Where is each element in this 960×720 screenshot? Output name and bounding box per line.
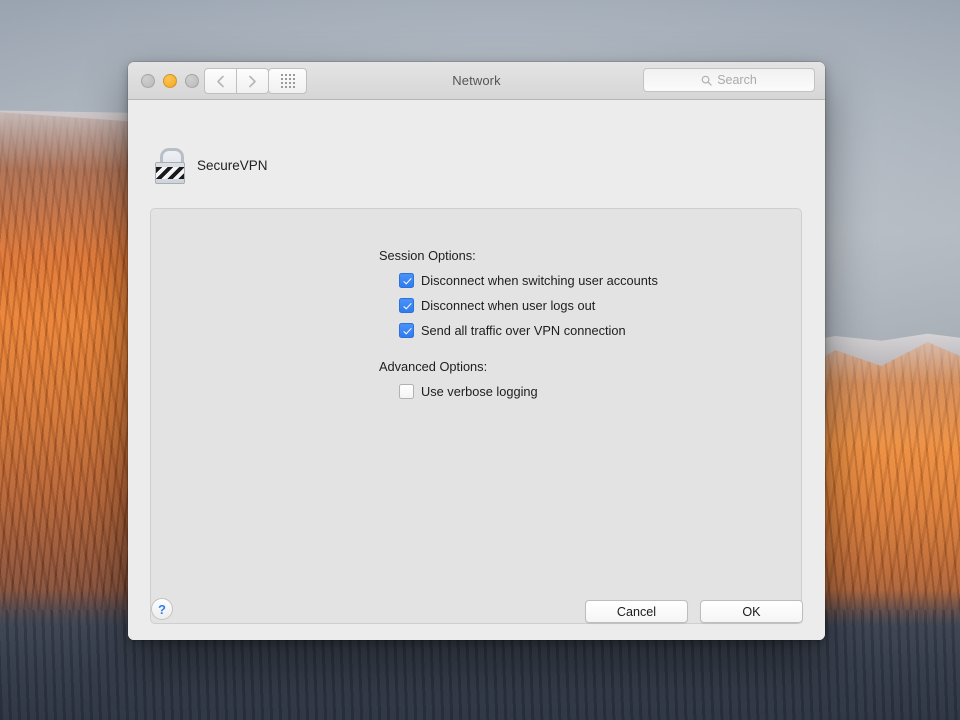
cancel-button-label: Cancel [617, 605, 656, 619]
window-title-text: Network [452, 73, 500, 88]
advanced-options-section: Advanced Options: Use verbose logging [379, 359, 538, 399]
checkbox-send-all-traffic[interactable] [399, 323, 414, 338]
search-input[interactable]: Search [643, 68, 815, 92]
option-row-verbose-logging[interactable]: Use verbose logging [399, 384, 538, 399]
checkbox-disconnect-switching-users[interactable] [399, 273, 414, 288]
vpn-lock-icon [154, 148, 184, 182]
advanced-options-title: Advanced Options: [379, 359, 538, 374]
option-row-disconnect-switching-users[interactable]: Disconnect when switching user accounts [399, 273, 658, 288]
ok-button-label: OK [742, 605, 760, 619]
cancel-button[interactable]: Cancel [585, 600, 688, 623]
service-header: SecureVPN [154, 148, 268, 182]
checkbox-disconnect-logout[interactable] [399, 298, 414, 313]
option-row-disconnect-logout[interactable]: Disconnect when user logs out [399, 298, 658, 313]
service-name: SecureVPN [197, 158, 268, 173]
search-placeholder: Search [717, 73, 757, 87]
option-label-verbose-logging: Use verbose logging [421, 384, 538, 399]
checkbox-verbose-logging[interactable] [399, 384, 414, 399]
session-options-section: Session Options: Disconnect when switchi… [379, 248, 658, 338]
help-question-icon: ? [158, 602, 166, 617]
options-panel: Session Options: Disconnect when switchi… [150, 208, 802, 624]
search-icon [701, 75, 712, 86]
window-body: SecureVPN Options TCP/IP DNS Proxies [128, 100, 825, 640]
option-row-send-all-traffic[interactable]: Send all traffic over VPN connection [399, 323, 658, 338]
option-label-disconnect-switching-users: Disconnect when switching user accounts [421, 273, 658, 288]
dialog-button-row: Cancel OK [585, 600, 803, 623]
session-options-title: Session Options: [379, 248, 658, 263]
window-titlebar: Network Search [128, 62, 825, 100]
network-preferences-window: Network Search SecureVPN [128, 62, 825, 640]
desktop: Network Search SecureVPN [0, 0, 960, 720]
option-label-disconnect-logout: Disconnect when user logs out [421, 298, 595, 313]
option-label-send-all-traffic: Send all traffic over VPN connection [421, 323, 626, 338]
ok-button[interactable]: OK [700, 600, 803, 623]
help-button[interactable]: ? [151, 598, 173, 620]
